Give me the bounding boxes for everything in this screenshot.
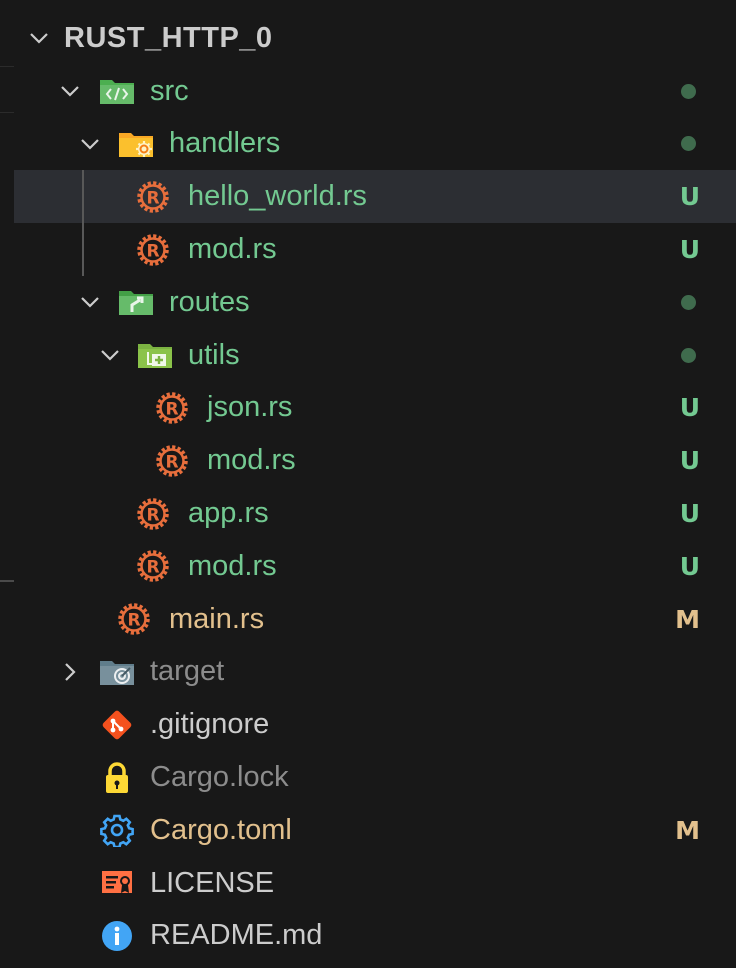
- chevron-down-icon: [97, 342, 123, 368]
- tree-file-app[interactable]: R app.rs U: [14, 487, 736, 540]
- rust-file-icon: R: [153, 389, 191, 427]
- svg-text:R: R: [127, 611, 140, 631]
- chevron-right-icon: [57, 659, 83, 685]
- svg-text:R: R: [165, 399, 178, 419]
- gear-icon: [98, 811, 136, 849]
- tree-label: LICENSE: [150, 866, 275, 899]
- tree-file-hello-world[interactable]: R hello_world.rs U: [14, 170, 736, 224]
- tree-file-main[interactable]: R main.rs M: [14, 593, 736, 646]
- tree-label: routes: [169, 285, 250, 318]
- tree-label: .gitignore: [150, 708, 270, 741]
- left-edge: [0, 0, 14, 968]
- explorer-tree: RUST_HTTP_0 src handlers R hello_world.r…: [14, 12, 736, 962]
- tree-label: mod.rs: [207, 444, 296, 477]
- modified-dot: [681, 347, 696, 363]
- tree-folder-utils[interactable]: utils: [14, 329, 736, 382]
- explorer-root-header[interactable]: RUST_HTTP_0: [14, 12, 736, 65]
- panel-divider: [0, 112, 14, 113]
- license-icon: [98, 864, 136, 902]
- tree-label: hello_world.rs: [188, 180, 367, 213]
- chevron-down-icon: [57, 78, 83, 104]
- config-folder-icon: [117, 125, 155, 163]
- tree-file-readme[interactable]: README.md: [14, 910, 736, 963]
- tree-file-cargo-lock[interactable]: Cargo.lock: [14, 751, 736, 804]
- git-status-badge: U: [679, 235, 700, 265]
- svg-text:R: R: [146, 505, 159, 525]
- svg-text:R: R: [146, 241, 159, 261]
- sash[interactable]: [0, 580, 14, 582]
- tree-file-routes-mod[interactable]: R mod.rs U: [14, 540, 736, 593]
- rust-file-icon: R: [153, 442, 191, 480]
- tree-file-cargo-toml[interactable]: Cargo.toml M: [14, 804, 736, 857]
- tree-folder-target[interactable]: target: [14, 646, 736, 699]
- tree-label: mod.rs: [188, 233, 277, 266]
- svg-text:R: R: [165, 452, 178, 472]
- git-status-badge: U: [679, 446, 700, 476]
- svg-text:R: R: [146, 188, 159, 208]
- git-status-badge: M: [675, 604, 700, 634]
- chevron-down-icon: [77, 131, 103, 157]
- tree-label: Cargo.lock: [150, 761, 289, 794]
- utils-folder-icon: [136, 336, 174, 374]
- modified-dot: [681, 294, 696, 310]
- tree-file-gitignore[interactable]: .gitignore: [14, 698, 736, 751]
- svg-text:R: R: [146, 558, 159, 578]
- tree-label: README.md: [150, 919, 323, 952]
- indent-guide: [82, 223, 84, 276]
- rust-file-icon: R: [115, 600, 153, 638]
- tree-label: utils: [188, 338, 240, 371]
- tree-label: mod.rs: [188, 549, 277, 582]
- git-status-badge: M: [675, 815, 700, 845]
- tree-file-handlers-mod[interactable]: R mod.rs U: [14, 223, 736, 276]
- info-icon: [98, 917, 136, 955]
- git-status-badge: U: [679, 182, 700, 212]
- modified-dot: [681, 83, 696, 99]
- git-status-badge: U: [679, 499, 700, 529]
- tree-folder-routes[interactable]: routes: [14, 276, 736, 329]
- rust-file-icon: R: [134, 547, 172, 585]
- indent-guide: [82, 170, 84, 224]
- panel-divider: [0, 66, 14, 67]
- tree-label: json.rs: [207, 391, 293, 424]
- explorer-root-label: RUST_HTTP_0: [64, 21, 273, 54]
- tree-folder-handlers[interactable]: handlers: [14, 118, 736, 171]
- tree-folder-src[interactable]: src: [14, 65, 736, 118]
- tree-label: Cargo.toml: [150, 813, 292, 846]
- rust-file-icon: R: [134, 495, 172, 533]
- tree-label: handlers: [169, 127, 281, 160]
- chevron-down-icon: [26, 25, 52, 51]
- git-status-badge: U: [679, 551, 700, 581]
- git-status-badge: U: [679, 393, 700, 423]
- git-icon: [98, 706, 136, 744]
- modified-dot: [681, 136, 696, 152]
- tree-file-license[interactable]: LICENSE: [14, 857, 736, 910]
- rust-file-icon: R: [134, 178, 172, 216]
- routes-folder-icon: [117, 283, 155, 321]
- tree-file-json[interactable]: R json.rs U: [14, 382, 736, 435]
- chevron-down-icon: [77, 289, 103, 315]
- tree-label: app.rs: [188, 497, 269, 530]
- target-folder-icon: [98, 653, 136, 691]
- src-folder-icon: [98, 72, 136, 110]
- lock-icon: [98, 759, 136, 797]
- rust-file-icon: R: [134, 231, 172, 269]
- tree-label: src: [150, 74, 189, 107]
- tree-label: main.rs: [169, 602, 265, 635]
- tree-label: target: [150, 655, 225, 688]
- tree-file-utils-mod[interactable]: R mod.rs U: [14, 434, 736, 487]
